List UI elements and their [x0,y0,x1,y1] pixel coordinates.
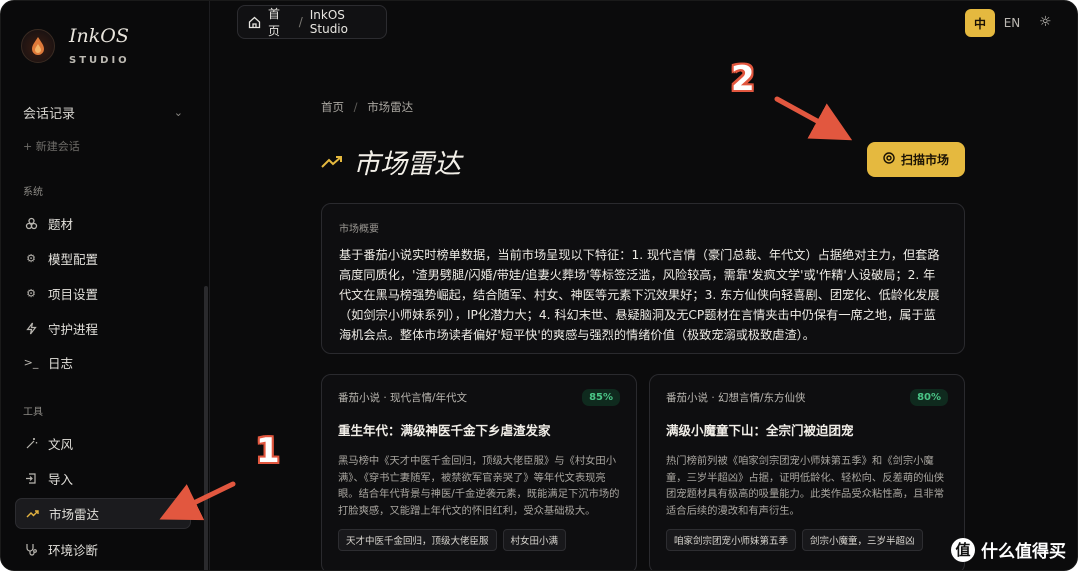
watermark-text: 什么值得买 [981,542,1066,562]
annotation-number-1: 1 [256,431,280,471]
app-window: InkOS STUDIO 会话记录 ⌄ + 新建会话 系统 题材 ⚙ 模型配置 … [0,0,1078,571]
annotation-arrow-1 [159,481,236,521]
watermark-badge: 值 [951,537,975,562]
annotation-number-2: 2 [731,59,755,99]
watermark: 值 什么值得买 [951,537,1066,562]
annotation-arrow-2 [774,96,853,141]
annotation-arrows [159,96,853,521]
